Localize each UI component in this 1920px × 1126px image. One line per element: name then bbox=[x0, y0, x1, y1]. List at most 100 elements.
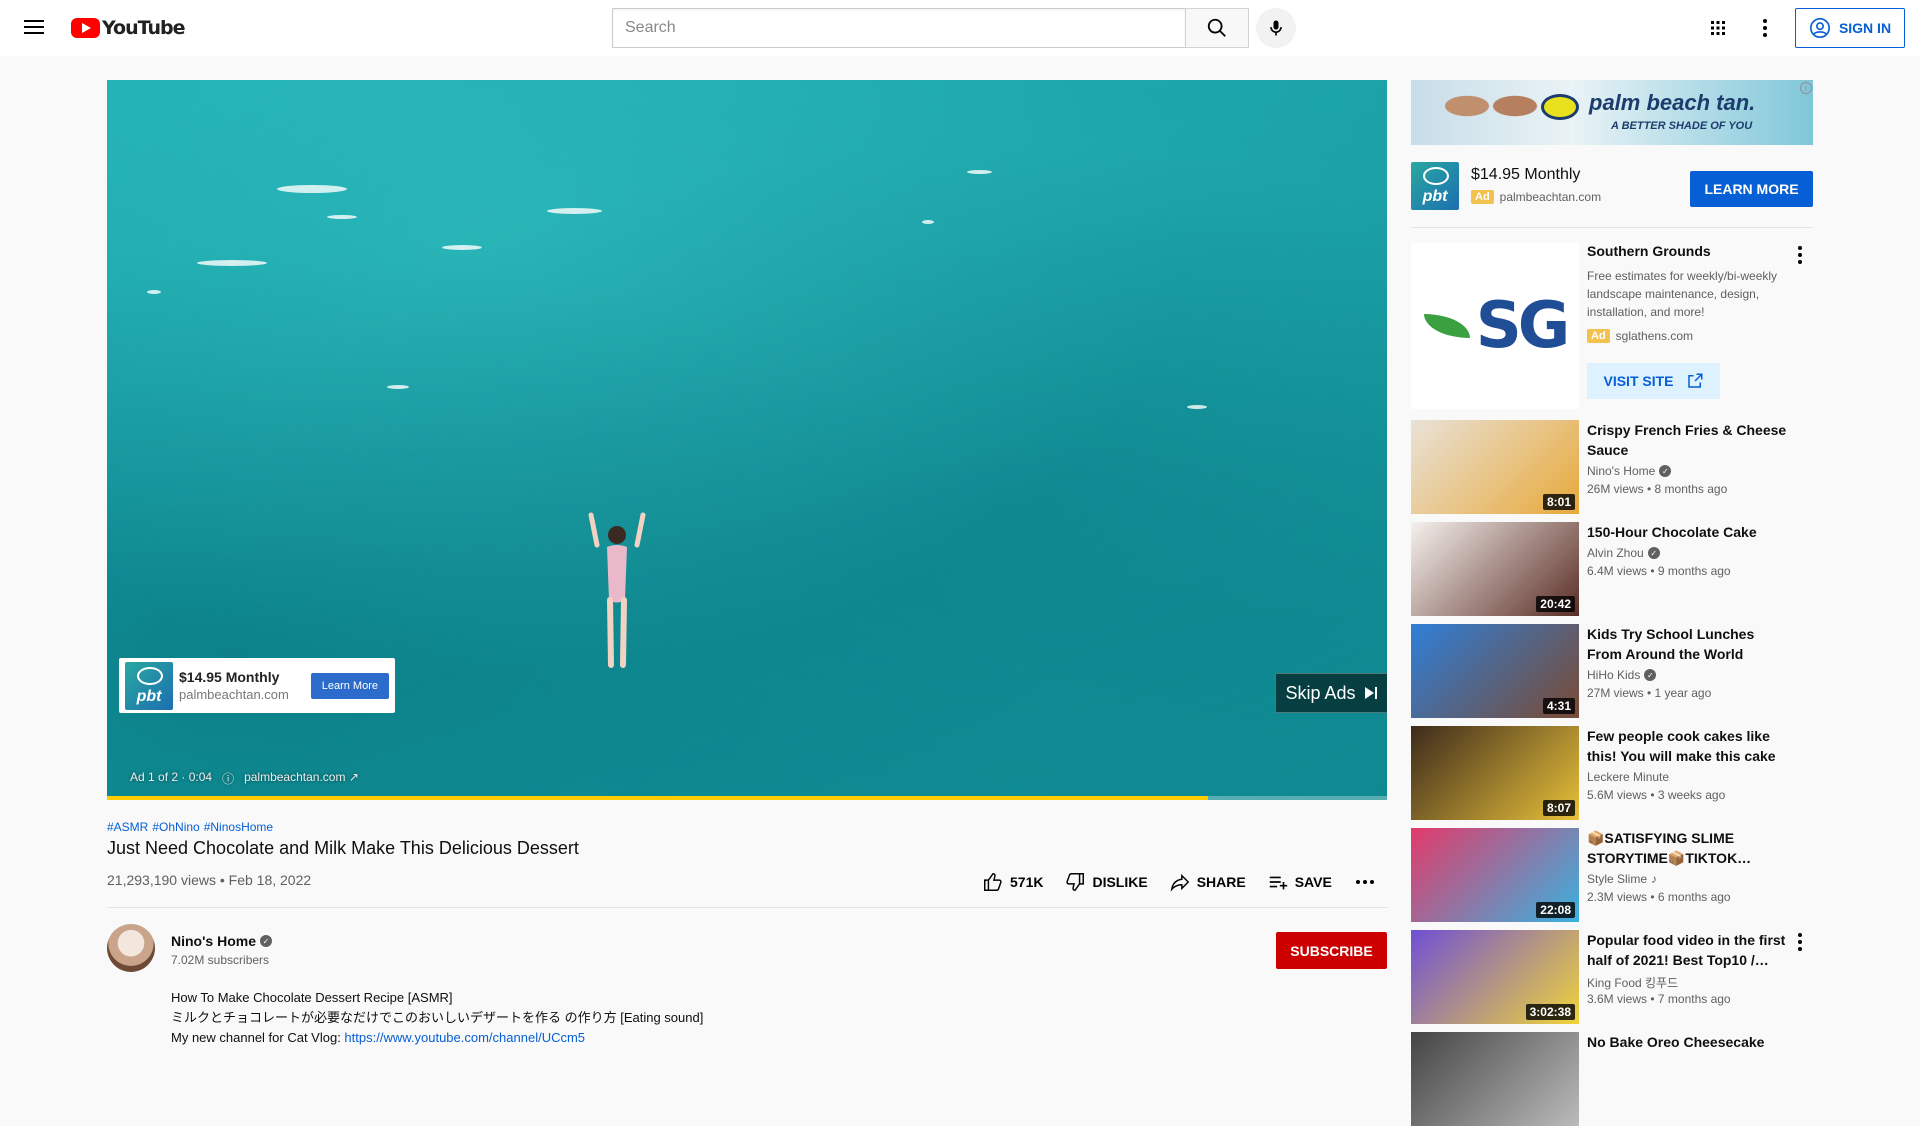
more-actions-icon[interactable] bbox=[1353, 870, 1377, 894]
search-button[interactable] bbox=[1185, 8, 1249, 48]
video-thumbnail[interactable] bbox=[1411, 1032, 1579, 1126]
ad-more-options-icon[interactable] bbox=[1788, 243, 1812, 267]
channel-name[interactable]: Nino's Home ✓ bbox=[1587, 464, 1672, 478]
dislike-label: DISLIKE bbox=[1092, 874, 1148, 890]
video-title[interactable]: Popular food video in the first half of … bbox=[1587, 930, 1787, 970]
top-bar: YouTube SIGN IN bbox=[0, 0, 1920, 56]
more-options-icon[interactable] bbox=[1753, 16, 1777, 40]
foam-mark bbox=[327, 215, 357, 219]
foam-mark bbox=[922, 220, 934, 224]
hashtags: #ASMR #OhNino #NinosHome bbox=[107, 820, 277, 834]
share-icon bbox=[1170, 873, 1189, 892]
skip-ads-button[interactable]: Skip Ads bbox=[1275, 673, 1387, 713]
video-thumbnail[interactable]: 20:42 bbox=[1411, 522, 1579, 616]
ad-info-site-link[interactable]: palmbeachtan.com ↗ bbox=[244, 770, 359, 787]
channel-label: Nino's Home bbox=[1587, 464, 1656, 478]
video-more-options-icon[interactable] bbox=[1788, 930, 1812, 954]
apps-grid-icon[interactable] bbox=[1706, 16, 1730, 40]
overlay-ad-site: palmbeachtan.com bbox=[179, 687, 289, 702]
hashtag-link[interactable]: #ASMR bbox=[107, 820, 148, 834]
youtube-logo[interactable]: YouTube bbox=[71, 17, 185, 39]
banner-tagline: A BETTER SHADE OF YOU bbox=[1611, 120, 1753, 132]
channel-label: Alvin Zhou bbox=[1587, 546, 1644, 560]
recommended-video[interactable]: 8:01 Crispy French Fries & Cheese Sauce Ni… bbox=[1411, 420, 1813, 514]
channel-name[interactable]: Style Slime ♪ bbox=[1587, 872, 1657, 886]
view-count: 2.3M views • 6 months ago bbox=[1587, 890, 1731, 904]
subscribe-button[interactable]: SUBSCRIBE bbox=[1276, 932, 1387, 969]
hashtag-link[interactable]: #NinosHome bbox=[204, 820, 273, 834]
search-input[interactable] bbox=[612, 8, 1185, 48]
video-title[interactable]: 150-Hour Chocolate Cake bbox=[1587, 522, 1787, 542]
view-count: 6.4M views • 9 months ago bbox=[1587, 564, 1731, 578]
like-count: 571K bbox=[1010, 874, 1044, 890]
video-title[interactable]: No Bake Oreo Cheesecake bbox=[1587, 1032, 1787, 1052]
recommended-video[interactable]: 4:31 Kids Try School Lunches From Around … bbox=[1411, 624, 1813, 718]
progress-bar[interactable] bbox=[107, 796, 1387, 800]
overlay-learn-more-button[interactable]: Learn More bbox=[310, 672, 389, 699]
video-title[interactable]: Kids Try School Lunches From Around the … bbox=[1587, 624, 1787, 664]
save-button[interactable]: SAVE bbox=[1267, 871, 1332, 893]
recommended-video[interactable]: No Bake Oreo Cheesecake bbox=[1411, 1032, 1813, 1126]
description-line: How To Make Chocolate Dessert Recipe [AS… bbox=[171, 990, 453, 1005]
video-title[interactable]: Crispy French Fries & Cheese Sauce bbox=[1587, 420, 1787, 460]
video-thumbnail[interactable]: 22:08 bbox=[1411, 828, 1579, 922]
external-link-icon bbox=[1687, 373, 1702, 388]
external-link-icon: ↗ bbox=[348, 770, 359, 784]
recommended-video[interactable]: 22:08 📦SATISFYING SLIME STORYTIME📦TIKTOK…… bbox=[1411, 828, 1813, 922]
channel-label: HiHo Kids bbox=[1587, 668, 1641, 682]
video-thumbnail[interactable]: 3:02:38 bbox=[1411, 930, 1579, 1024]
sg-ad-site: sglathens.com bbox=[1615, 329, 1694, 343]
sign-in-button[interactable]: SIGN IN bbox=[1795, 8, 1905, 48]
ad-info-site: palmbeachtan.com bbox=[244, 770, 346, 784]
description-link[interactable]: https://www.youtube.com/channel/UCcm5 bbox=[344, 1030, 585, 1045]
channel-name[interactable]: Alvin Zhou ✓ bbox=[1587, 546, 1660, 560]
video-title[interactable]: Few people cook cakes like this! You wil… bbox=[1587, 726, 1787, 766]
learn-more-button[interactable]: LEARN MORE bbox=[1690, 171, 1813, 207]
microphone-icon bbox=[1270, 20, 1282, 36]
duration-badge: 20:42 bbox=[1536, 596, 1575, 612]
video-title[interactable]: 📦SATISFYING SLIME STORYTIME📦TIKTOK… bbox=[1587, 828, 1787, 868]
video-thumbnail[interactable]: 8:01 bbox=[1411, 420, 1579, 514]
voice-search-button[interactable] bbox=[1256, 8, 1296, 48]
channel-name[interactable]: HiHo Kids ✓ bbox=[1587, 668, 1657, 682]
overlay-ad-card[interactable]: pbt $14.95 Monthly palmbeachtan.com Lear… bbox=[119, 658, 395, 713]
palm-beach-tan-banner-ad[interactable]: palm beach tan. A BETTER SHADE OF YOU bbox=[1411, 80, 1813, 145]
sg-ad-blurb: Free estimates for weekly/bi-weekly land… bbox=[1587, 269, 1778, 319]
channel-name[interactable]: Leckere Minute bbox=[1587, 770, 1669, 784]
divider bbox=[1411, 227, 1813, 228]
account-icon bbox=[1809, 18, 1830, 38]
video-thumbnail[interactable]: 4:31 bbox=[1411, 624, 1579, 718]
duration-badge: 22:08 bbox=[1536, 902, 1575, 918]
channel-label: Leckere Minute bbox=[1587, 770, 1670, 784]
hashtag-link[interactable]: #OhNino bbox=[152, 820, 199, 834]
dislike-button[interactable]: DISLIKE bbox=[1064, 871, 1148, 893]
recommended-video[interactable]: 3:02:38 Popular food video in the first h… bbox=[1411, 930, 1813, 1024]
logo-text: YouTube bbox=[102, 17, 185, 39]
recommended-video[interactable]: 8:07 Few people cook cakes like this! You… bbox=[1411, 726, 1813, 820]
hamburger-menu-icon[interactable] bbox=[22, 16, 46, 40]
view-count: 26M views • 8 months ago bbox=[1587, 482, 1728, 496]
sg-ad-meta: Ad sglathens.com bbox=[1587, 329, 1693, 343]
view-count: 27M views • 1 year ago bbox=[1587, 686, 1712, 700]
progress-fill bbox=[107, 796, 1208, 800]
sidebar-ad-meta: Ad palmbeachtan.com bbox=[1471, 190, 1601, 204]
video-player[interactable]: pbt $14.95 Monthly palmbeachtan.com Lear… bbox=[107, 80, 1387, 800]
share-button[interactable]: SHARE bbox=[1169, 871, 1246, 893]
ad-info-icon[interactable]: i bbox=[1800, 82, 1812, 94]
swimmer-figure bbox=[588, 512, 646, 668]
description-link-prefix: My new channel for Cat Vlog: bbox=[171, 1030, 345, 1045]
divider bbox=[107, 907, 1387, 908]
verified-icon: ✓ bbox=[1647, 547, 1660, 559]
recommended-video[interactable]: 20:42 150-Hour Chocolate Cake Alvin Zhou ✓ 6… bbox=[1411, 522, 1813, 616]
channel-name-link[interactable]: Nino's Home ✓ bbox=[171, 933, 273, 949]
video-thumbnail[interactable]: 8:07 bbox=[1411, 726, 1579, 820]
pbt-logo-text: pbt bbox=[136, 687, 162, 705]
visit-site-button[interactable]: VISIT SITE bbox=[1587, 363, 1720, 399]
video-actions: 571K DISLIKE SHARE SAVE bbox=[982, 870, 1377, 894]
duration-badge: 4:31 bbox=[1542, 698, 1575, 714]
channel-name[interactable]: King Food 킹푸드 bbox=[1587, 974, 1678, 991]
info-icon[interactable]: ⓘ bbox=[222, 770, 234, 787]
overlay-ad-text: $14.95 Monthly palmbeachtan.com bbox=[179, 669, 289, 702]
like-button[interactable]: 571K bbox=[982, 871, 1043, 893]
channel-avatar[interactable] bbox=[107, 924, 155, 972]
